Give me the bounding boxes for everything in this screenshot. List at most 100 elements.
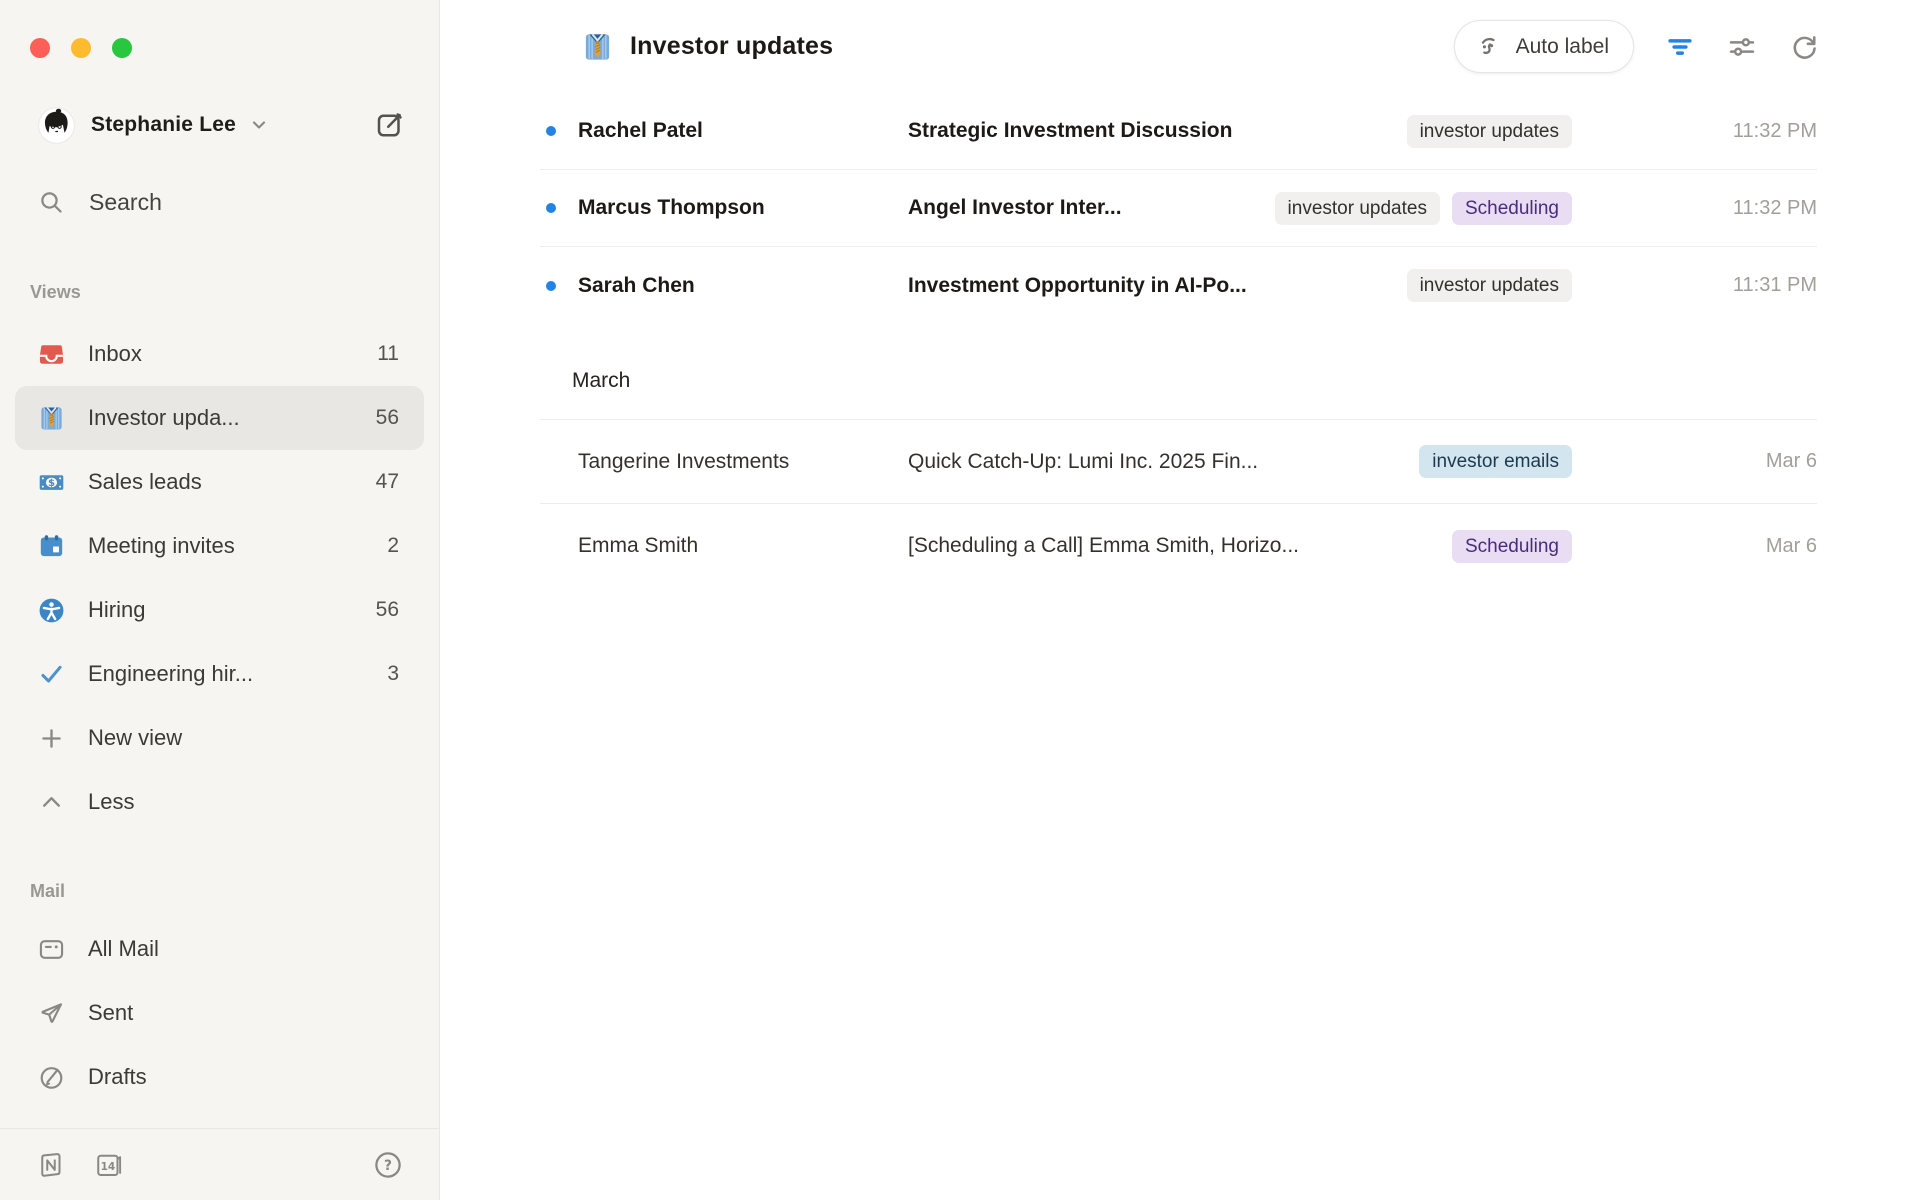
- sidebar-section-label-views: Views: [0, 270, 439, 314]
- email-group-march: MarchTangerine InvestmentsQuick Catch-Up…: [540, 324, 1817, 588]
- email-tag-scheduling[interactable]: Scheduling: [1452, 530, 1572, 563]
- email-row[interactable]: Emma Smith[Scheduling a Call] Emma Smith…: [540, 504, 1817, 588]
- sidebar-item-sales-leads[interactable]: $Sales leads47: [15, 450, 424, 514]
- sidebar-item-label: Sales leads: [88, 469, 202, 495]
- sidebar-item-meeting-invites[interactable]: Meeting invites 2: [15, 514, 424, 578]
- email-subject: Angel Investor Inter...: [908, 196, 1275, 220]
- sidebar-item-investor-upda[interactable]: Investor upda...56: [15, 386, 424, 450]
- email-sender: Emma Smith: [578, 534, 908, 558]
- sidebar-item-all-mail[interactable]: All Mail: [15, 917, 424, 981]
- sidebar-footer: 14?: [0, 1128, 439, 1200]
- drafts-icon: [38, 1064, 65, 1091]
- necktie-icon: [38, 405, 65, 432]
- sidebar-item-count: 2: [387, 534, 399, 558]
- sliders-icon: [1726, 31, 1758, 63]
- email-sender: Sarah Chen: [578, 274, 908, 298]
- email-time: Mar 6: [1572, 535, 1817, 558]
- notion-icon[interactable]: [36, 1150, 66, 1180]
- profile-row: Stephanie Lee: [38, 103, 405, 147]
- email-time: 11:32 PM: [1572, 120, 1817, 143]
- mail-icon: [38, 936, 65, 963]
- email-row[interactable]: Sarah ChenInvestment Opportunity in AI-P…: [540, 247, 1817, 324]
- close-button[interactable]: [30, 38, 50, 58]
- email-tags: investor updates: [1407, 269, 1572, 302]
- email-sender: Rachel Patel: [578, 119, 908, 143]
- email-row[interactable]: Marcus ThompsonAngel Investor Inter...in…: [540, 170, 1817, 247]
- sidebar: Stephanie Lee Search Views Inbox11Investo…: [0, 0, 440, 1200]
- email-group: Rachel PatelStrategic Investment Discuss…: [540, 93, 1817, 324]
- app-window: Stephanie Lee Search ViewsInbox11Investo…: [0, 0, 1920, 1200]
- user-name[interactable]: Stephanie Lee: [91, 113, 236, 137]
- email-tag-investor-emails[interactable]: investor emails: [1419, 445, 1572, 478]
- chevron-up-icon: [38, 789, 65, 816]
- sidebar-item-new-view[interactable]: New view: [15, 706, 424, 770]
- sidebar-item-count: 56: [376, 406, 399, 430]
- unread-dot: [546, 126, 556, 136]
- email-subject: Quick Catch-Up: Lumi Inc. 2025 Fin...: [908, 450, 1419, 474]
- plus-icon: [38, 725, 65, 752]
- sidebar-item-engineering-hir[interactable]: Engineering hir... 3: [15, 642, 424, 706]
- sidebar-item-label: New view: [88, 725, 182, 751]
- sidebar-item-label: Less: [88, 789, 134, 815]
- page-title: Investor updates: [630, 32, 833, 61]
- email-list: Rachel PatelStrategic Investment Discuss…: [540, 93, 1817, 588]
- email-tag-investor-updates[interactable]: investor updates: [1407, 269, 1572, 302]
- compose-button[interactable]: [375, 110, 405, 140]
- notion-calendar-icon[interactable]: 14: [94, 1150, 124, 1180]
- chevron-down-icon[interactable]: [248, 114, 270, 136]
- zoom-button[interactable]: [112, 38, 132, 58]
- email-sender: Tangerine Investments: [578, 450, 908, 474]
- sidebar-item-label: Meeting invites: [88, 533, 235, 559]
- sidebar-item-count: 11: [377, 342, 399, 366]
- email-subject: Strategic Investment Discussion: [908, 119, 1407, 143]
- filter-button[interactable]: [1664, 31, 1696, 63]
- view-header: Investor updates Auto label: [440, 0, 1920, 93]
- email-time: Mar 6: [1572, 450, 1817, 473]
- sidebar-item-sent[interactable]: Sent: [15, 981, 424, 1045]
- sidebar-item-label: Hiring: [88, 597, 145, 623]
- unread-indicator-column: [540, 203, 578, 213]
- filter-icon: [1664, 31, 1696, 63]
- email-subject: Investment Opportunity in AI-Po...: [908, 274, 1407, 298]
- svg-text:$: $: [48, 477, 55, 488]
- svg-text:14: 14: [101, 1160, 116, 1172]
- sidebar-item-less[interactable]: Less: [15, 770, 424, 834]
- refresh-icon: [1788, 31, 1820, 63]
- refresh-button[interactable]: [1788, 31, 1820, 63]
- unread-dot: [546, 281, 556, 291]
- ai-face-icon: [1475, 32, 1504, 61]
- main-panel: Investor updates Auto label: [440, 0, 1920, 1200]
- necktie-icon: [582, 31, 613, 63]
- email-tag-investor-updates[interactable]: investor updates: [1275, 192, 1440, 225]
- email-tag-investor-updates[interactable]: investor updates: [1407, 115, 1572, 148]
- sidebar-item-inbox[interactable]: Inbox11: [15, 322, 424, 386]
- minimize-button[interactable]: [71, 38, 91, 58]
- search-button[interactable]: Search: [38, 180, 162, 224]
- sidebar-item-count: 56: [376, 598, 399, 622]
- calendar-icon: [38, 533, 65, 560]
- group-header: March: [540, 324, 1817, 420]
- email-time: 11:31 PM: [1572, 274, 1817, 297]
- email-tags: investor updates: [1407, 115, 1572, 148]
- avatar: [38, 107, 75, 144]
- email-row[interactable]: Tangerine InvestmentsQuick Catch-Up: Lum…: [540, 420, 1817, 504]
- email-tags: investor updates Scheduling: [1275, 192, 1572, 225]
- email-tag-scheduling[interactable]: Scheduling: [1452, 192, 1572, 225]
- sidebar-section-label-mail: Mail: [0, 869, 439, 913]
- sidebar-item-label: All Mail: [88, 936, 159, 962]
- email-time: 11:32 PM: [1572, 197, 1817, 220]
- auto-label-button[interactable]: Auto label: [1454, 20, 1634, 73]
- sidebar-item-drafts[interactable]: Drafts: [15, 1045, 424, 1109]
- email-row[interactable]: Rachel PatelStrategic Investment Discuss…: [540, 93, 1817, 170]
- sidebar-item-label: Engineering hir...: [88, 661, 253, 687]
- svg-text:?: ?: [384, 1158, 392, 1174]
- unread-dot: [546, 203, 556, 213]
- sidebar-item-hiring[interactable]: Hiring 56: [15, 578, 424, 642]
- help-icon[interactable]: ?: [373, 1150, 403, 1180]
- sidebar-item-count: 3: [387, 662, 399, 686]
- email-sender: Marcus Thompson: [578, 196, 908, 220]
- search-icon: [38, 189, 65, 216]
- send-icon: [38, 1000, 65, 1027]
- sidebar-item-label: Sent: [88, 1000, 133, 1026]
- display-settings-button[interactable]: [1726, 31, 1758, 63]
